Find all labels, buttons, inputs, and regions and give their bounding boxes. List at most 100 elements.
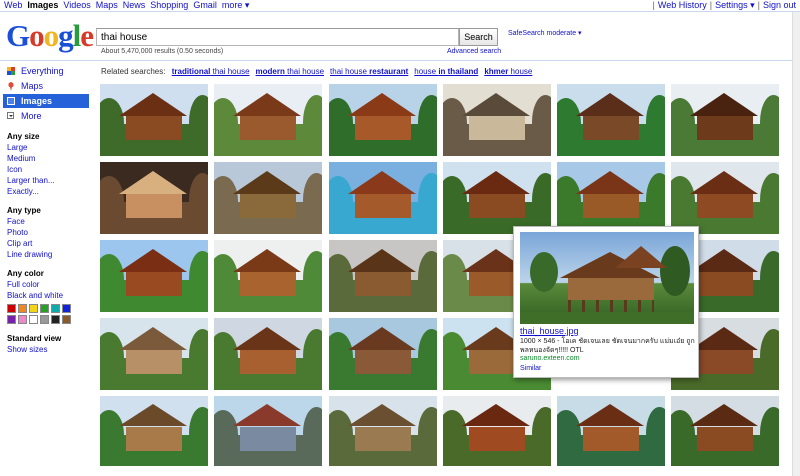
color-swatch[interactable] <box>40 304 49 313</box>
top-nav-maps[interactable]: Maps <box>96 0 118 10</box>
related-rest: thai house <box>284 67 325 76</box>
related-search-link[interactable]: house in thailand <box>414 67 478 76</box>
thumb-roof <box>233 404 302 427</box>
related-search-link[interactable]: thai house restaurant <box>330 67 408 76</box>
filter-option[interactable]: Full color <box>7 279 92 290</box>
image-result-thumbnail[interactable] <box>100 84 208 156</box>
image-result-thumbnail[interactable] <box>214 84 322 156</box>
sidebar-item-images[interactable]: Images <box>3 94 89 108</box>
color-swatch[interactable] <box>29 315 38 324</box>
top-nav-news[interactable]: News <box>123 0 146 10</box>
color-swatch[interactable] <box>18 315 27 324</box>
advanced-search-link[interactable]: Advanced search <box>447 48 501 55</box>
account-link-1[interactable]: Settings ▾ <box>715 0 755 10</box>
image-result-thumbnail[interactable] <box>329 162 437 234</box>
top-nav-gmail[interactable]: Gmail <box>193 0 217 10</box>
sidebar-item-more[interactable]: More <box>0 109 92 123</box>
image-result-thumbnail[interactable] <box>443 84 551 156</box>
google-logo[interactable]: Google <box>6 19 94 53</box>
account-link-2[interactable]: Sign out <box>763 0 796 10</box>
show-sizes-link[interactable]: Show sizes <box>7 344 92 355</box>
image-result-thumbnail[interactable] <box>329 240 437 312</box>
sidebar-item-everything[interactable]: Everything <box>0 64 92 78</box>
image-result-thumbnail[interactable] <box>443 162 551 234</box>
image-result-thumbnail[interactable] <box>329 396 437 466</box>
filter-option[interactable]: Line drawing <box>7 249 92 260</box>
related-bold: khmer <box>484 67 509 76</box>
filter-option[interactable]: Large <box>7 142 92 153</box>
header-divider <box>0 60 800 61</box>
image-hover-card[interactable]: thai_house.jpg 1000 × 546 - โอเค ชัดเจนเ… <box>513 226 699 378</box>
color-swatches <box>7 304 92 324</box>
similar-images-link[interactable]: Similar <box>520 365 541 372</box>
thumb-wall <box>582 426 640 451</box>
top-nav-web[interactable]: Web <box>4 0 22 10</box>
top-nav-videos[interactable]: Videos <box>63 0 90 10</box>
thumb-roof <box>348 404 417 427</box>
filter-option[interactable]: Black and white <box>7 290 92 301</box>
vertical-scrollbar[interactable] <box>792 12 800 476</box>
result-stats: About 5,470,000 results (0.50 seconds) <box>101 48 224 55</box>
image-result-thumbnail[interactable] <box>214 240 322 312</box>
safesearch-dropdown[interactable]: SafeSearch moderate ▾ <box>508 29 582 37</box>
thumb-roof <box>233 170 302 194</box>
top-nav-shopping[interactable]: Shopping <box>150 0 188 10</box>
thumb-tree <box>418 172 437 227</box>
thumb-tree <box>532 94 551 149</box>
image-result-thumbnail[interactable] <box>100 318 208 390</box>
color-swatch[interactable] <box>62 315 71 324</box>
color-swatch[interactable] <box>7 304 16 313</box>
filter-option[interactable]: Face <box>7 216 92 227</box>
image-result-thumbnail[interactable] <box>329 318 437 390</box>
thumb-tree <box>418 328 437 383</box>
search-input[interactable] <box>96 28 459 46</box>
top-navigation-bar: Web Images Videos Maps News Shopping Gmail more… <box>0 0 800 12</box>
color-swatch[interactable] <box>40 315 49 324</box>
thumb-tree <box>189 328 208 383</box>
image-result-thumbnail[interactable] <box>557 84 665 156</box>
account-link-0[interactable]: Web History <box>658 0 707 10</box>
filter-option[interactable]: Larger than... <box>7 175 92 186</box>
images-icon <box>7 97 15 105</box>
image-result-thumbnail[interactable] <box>557 162 665 234</box>
filter-option[interactable]: Medium <box>7 153 92 164</box>
thumb-wall <box>354 115 412 141</box>
image-result-thumbnail[interactable] <box>443 396 551 466</box>
hover-image-source[interactable]: saruno.exteen.com <box>520 355 580 362</box>
search-button[interactable]: Search <box>459 28 498 46</box>
image-result-thumbnail[interactable] <box>214 396 322 466</box>
filter-option[interactable]: Icon <box>7 164 92 175</box>
color-swatch[interactable] <box>29 304 38 313</box>
color-swatch[interactable] <box>18 304 27 313</box>
top-nav-more[interactable]: more ▾ <box>222 0 250 10</box>
image-result-thumbnail[interactable] <box>214 162 322 234</box>
filter-option[interactable]: Exactly... <box>7 186 92 197</box>
image-result-thumbnail[interactable] <box>214 318 322 390</box>
related-bold: traditional <box>171 67 211 76</box>
image-result-thumbnail[interactable] <box>671 162 779 234</box>
hover-image-title[interactable]: thai_house.jpg <box>520 326 579 336</box>
color-swatch[interactable] <box>51 315 60 324</box>
top-nav-images[interactable]: Images <box>27 0 58 10</box>
image-result-thumbnail[interactable] <box>100 240 208 312</box>
image-result-thumbnail[interactable] <box>329 84 437 156</box>
color-swatch[interactable] <box>51 304 60 313</box>
filter-option[interactable]: Clip art <box>7 238 92 249</box>
related-rest: house <box>414 67 439 76</box>
hover-preview-image[interactable] <box>520 232 694 324</box>
image-result-thumbnail[interactable] <box>557 396 665 466</box>
image-result-thumbnail[interactable] <box>671 396 779 466</box>
color-swatch[interactable] <box>62 304 71 313</box>
related-search-link[interactable]: traditional thai house <box>172 67 250 76</box>
sidebar-item-label: Everything <box>21 66 64 76</box>
image-result-thumbnail[interactable] <box>671 84 779 156</box>
sidebar-item-maps[interactable]: Maps <box>0 79 92 93</box>
left-sidebar: Everything Maps Images More Any size Large Me… <box>0 64 92 355</box>
filter-option[interactable]: Photo <box>7 227 92 238</box>
image-result-thumbnail[interactable] <box>100 162 208 234</box>
thumb-tree <box>760 328 779 383</box>
related-search-link[interactable]: khmer house <box>484 67 532 76</box>
color-swatch[interactable] <box>7 315 16 324</box>
related-search-link[interactable]: modern thai house <box>256 67 324 76</box>
image-result-thumbnail[interactable] <box>100 396 208 466</box>
